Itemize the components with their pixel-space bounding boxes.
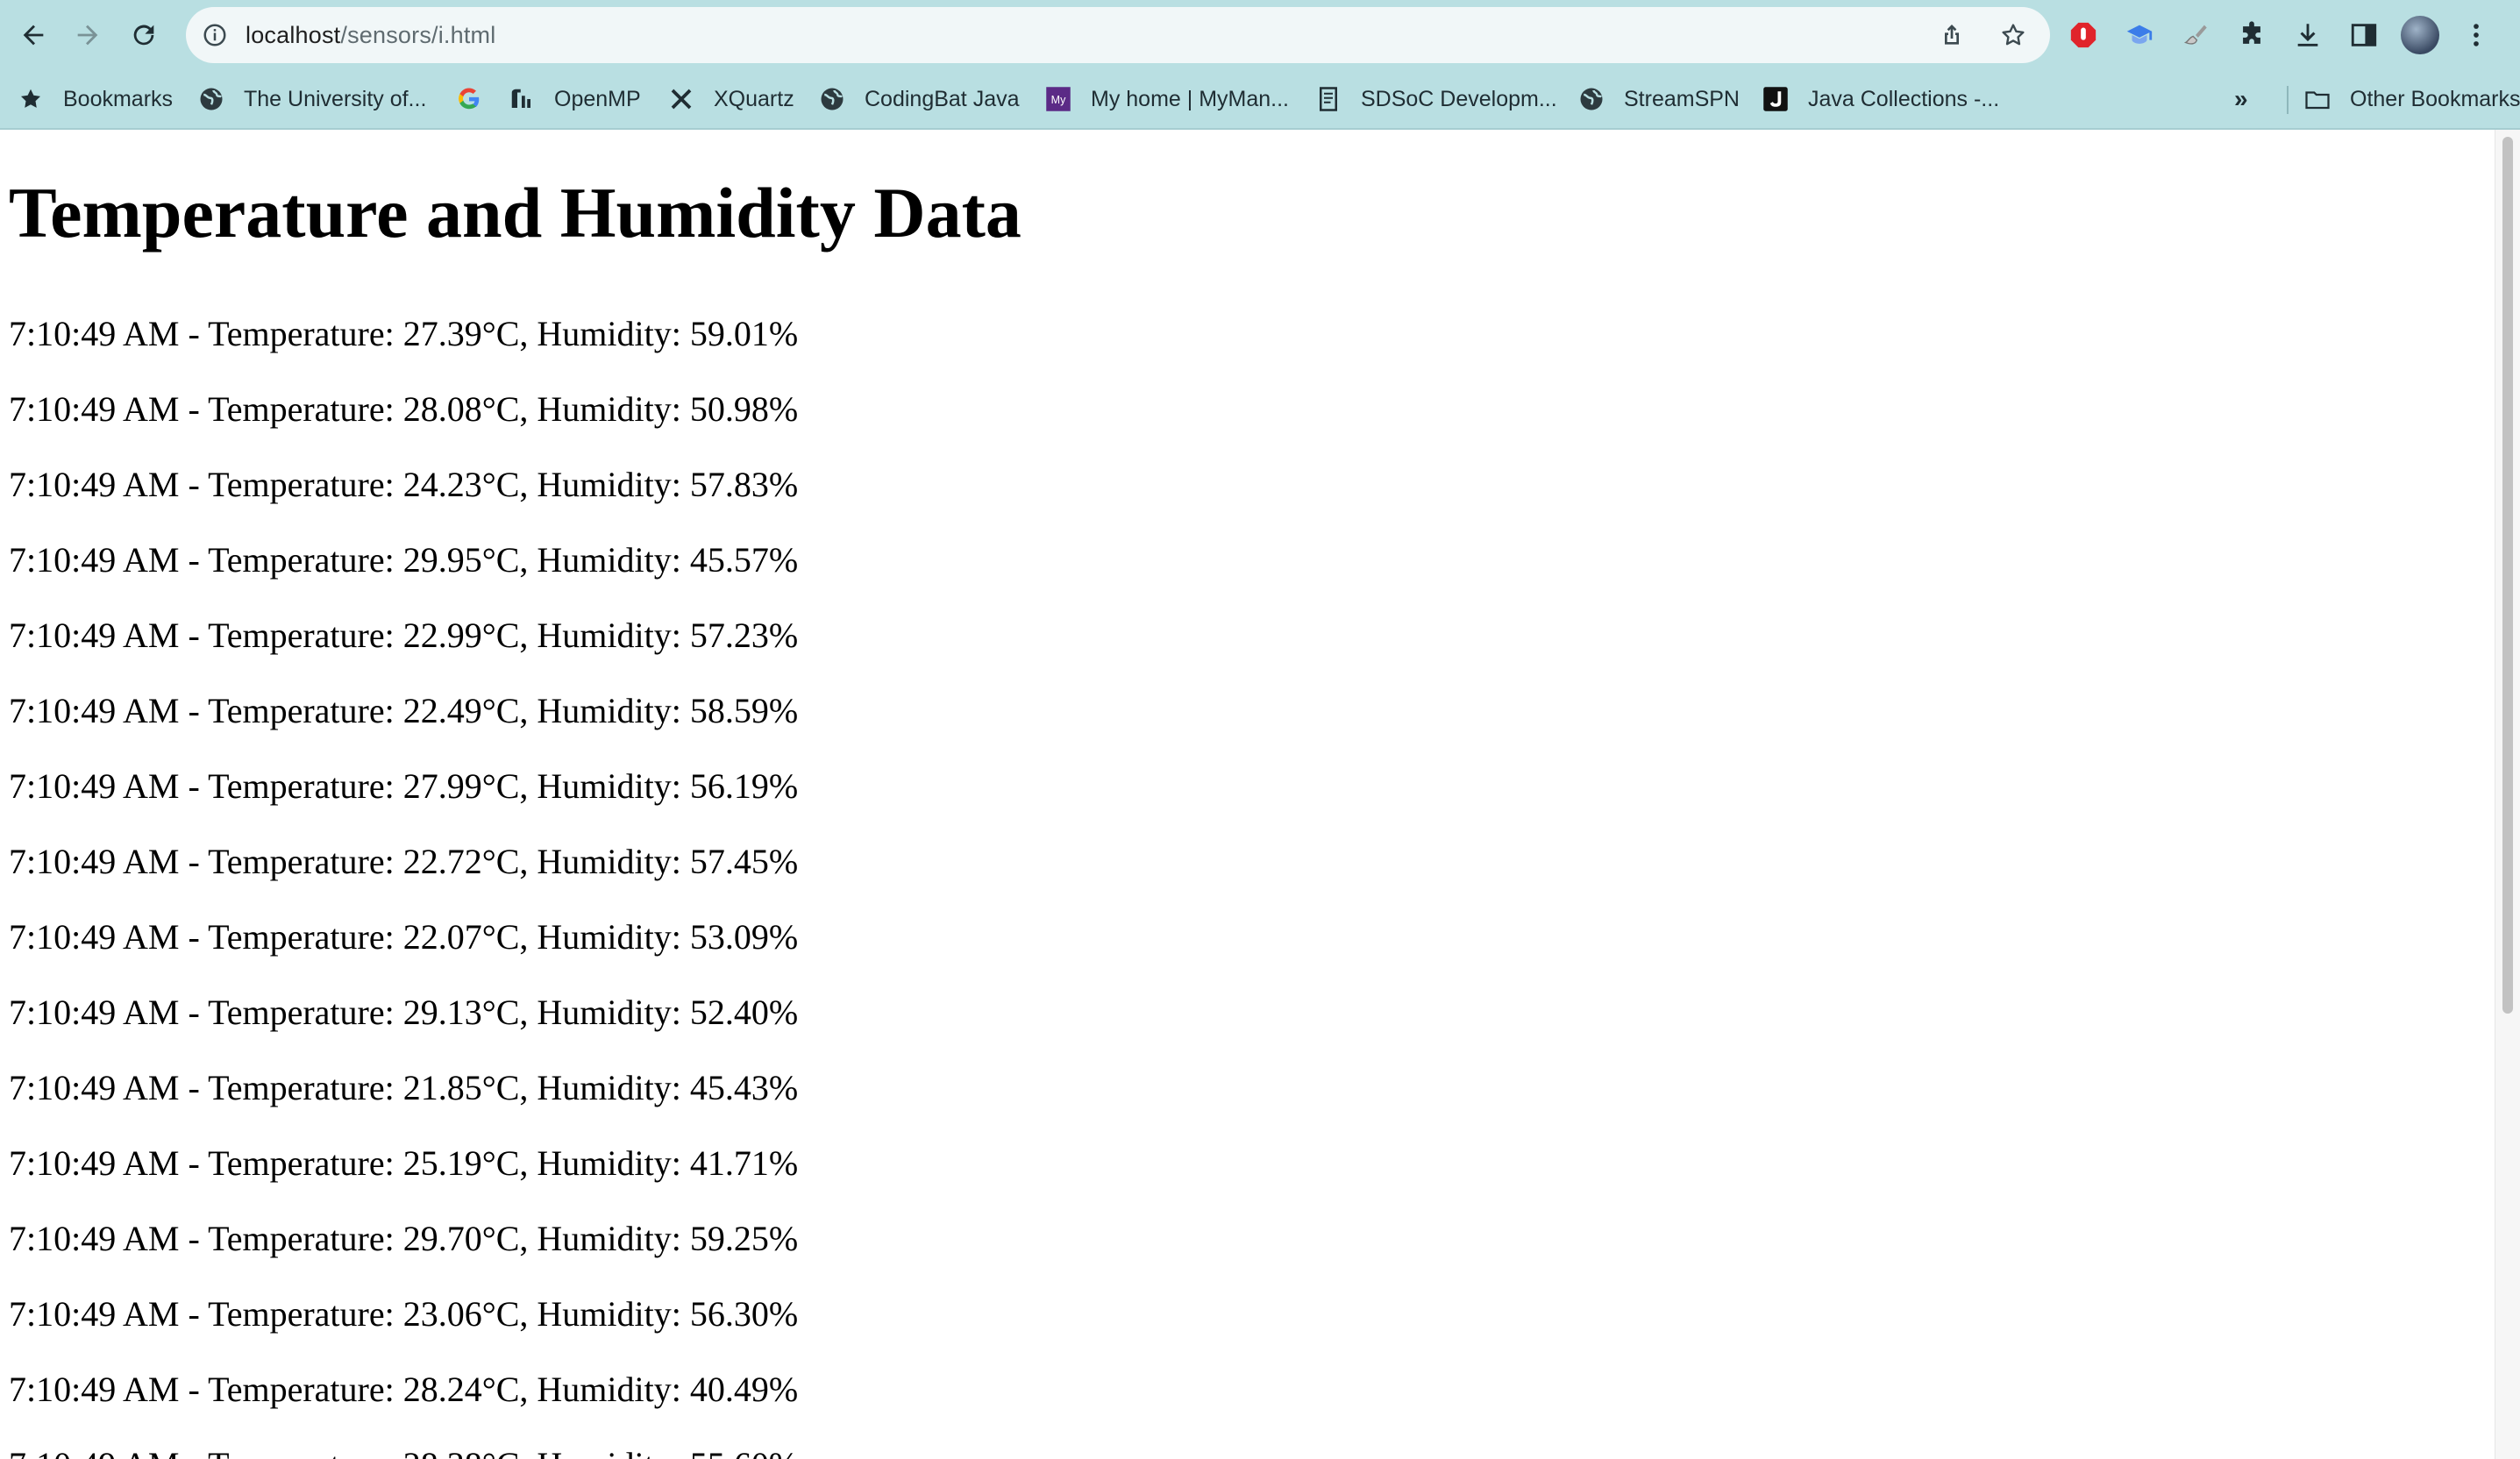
page-title: Temperature and Humidity Data: [9, 173, 1022, 253]
url-text: localhost/sensors/i.html: [246, 22, 495, 49]
reading-item: 7:10:49 AM - Temperature: 28.38°C, Humid…: [9, 1427, 798, 1459]
bookmark-item-openmp[interactable]: OpenMP: [509, 81, 641, 117]
globe-icon: [1578, 86, 1605, 112]
j-icon: [1762, 86, 1789, 112]
bookmark-label: XQuartz: [714, 86, 794, 111]
share-button[interactable]: [1933, 16, 1971, 54]
document-icon: [1315, 86, 1342, 112]
svg-text:My: My: [1051, 94, 1066, 106]
reading-item: 7:10:49 AM - Temperature: 27.99°C, Humid…: [9, 766, 799, 806]
bookmark-label: Bookmarks: [63, 86, 174, 111]
info-icon[interactable]: [202, 22, 228, 48]
reading-item: 7:10:49 AM - Temperature: 29.70°C, Humid…: [9, 1219, 799, 1258]
reload-button[interactable]: [119, 11, 168, 60]
star-icon: [18, 86, 44, 112]
bookmark-item-myhome[interactable]: My My home | MyMan...: [1045, 81, 1289, 117]
reading-item: 7:10:49 AM - Temperature: 27.39°C, Humid…: [9, 314, 799, 353]
globe-icon: [198, 86, 224, 112]
globe-icon: [819, 86, 845, 112]
bookmark-label: My home | MyMan...: [1091, 86, 1289, 111]
xquartz-icon: [668, 86, 694, 112]
extension-adblock[interactable]: [2061, 12, 2106, 58]
bookmarks-overflow-button[interactable]: »: [2234, 81, 2248, 117]
bookmark-label: Java Collections -...: [1808, 86, 2000, 111]
address-bar[interactable]: localhost/sensors/i.html: [186, 7, 2050, 63]
reading-item: 7:10:49 AM - Temperature: 29.13°C, Humid…: [9, 993, 799, 1032]
page-scrollbar[interactable]: [2495, 130, 2520, 1459]
graduation-cap-icon: [2126, 25, 2153, 44]
bookmark-item-university[interactable]: The University of...: [198, 81, 426, 117]
google-icon: [456, 86, 482, 112]
reading-item: 7:10:49 AM - Temperature: 28.08°C, Humid…: [9, 389, 799, 429]
bookmark-item-java-collections[interactable]: Java Collections -...: [1762, 81, 1999, 117]
bookmark-label: The University of...: [244, 86, 427, 111]
other-bookmarks-label: Other Bookmarks: [2350, 86, 2520, 111]
bookmark-item-google[interactable]: [456, 81, 502, 117]
page-content: Temperature and Humidity Data 7:10:49 AM…: [0, 130, 2495, 1459]
other-bookmarks-button[interactable]: Other Bookmarks: [2287, 81, 2520, 117]
puzzle-icon: [2243, 21, 2260, 44]
bookmark-item-codingbat[interactable]: CodingBat Java: [819, 81, 1020, 117]
url-path: /sensors/i.html: [340, 21, 496, 48]
readings-list: 7:10:49 AM - Temperature: 27.39°C, Humid…: [9, 296, 798, 1459]
extension-graduation[interactable]: [2117, 12, 2162, 58]
reading-item: 7:10:49 AM - Temperature: 21.85°C, Humid…: [9, 1068, 799, 1107]
extensions-area: [2061, 11, 2499, 60]
star-outline-icon: [2002, 24, 2025, 46]
reading-item: 7:10:49 AM - Temperature: 22.72°C, Humid…: [9, 842, 799, 881]
mymanagement-icon: My: [1045, 86, 1071, 112]
stop-sign-icon: [2070, 22, 2096, 48]
bookmark-label: StreamSPN: [1624, 86, 1740, 111]
openmp-icon: [509, 86, 535, 112]
avatar: [2401, 16, 2439, 54]
reading-item: 7:10:49 AM - Temperature: 29.95°C, Humid…: [9, 540, 799, 580]
profile-button[interactable]: [2397, 12, 2443, 58]
side-panel-button[interactable]: [2341, 12, 2387, 58]
reload-icon: [133, 25, 154, 46]
back-button[interactable]: [9, 11, 58, 60]
url-host: localhost: [246, 21, 341, 48]
forward-button[interactable]: [63, 11, 112, 60]
download-icon: [2297, 24, 2318, 46]
brush-icon: [2183, 25, 2207, 45]
bookmark-star-button[interactable]: [1994, 16, 2032, 54]
bookmark-item-xquartz[interactable]: XQuartz: [668, 81, 794, 117]
bookmark-item-sdsoc[interactable]: SDSoC Developm...: [1315, 81, 1557, 117]
extensions-button[interactable]: [2229, 12, 2274, 58]
reading-item: 7:10:49 AM - Temperature: 22.99°C, Humid…: [9, 616, 799, 655]
extension-brush[interactable]: [2173, 12, 2218, 58]
bookmark-label: SDSoC Developm...: [1361, 86, 1557, 111]
reading-item: 7:10:49 AM - Temperature: 25.19°C, Humid…: [9, 1143, 799, 1183]
arrow-left-icon: [23, 25, 44, 46]
folder-icon: [2304, 86, 2331, 112]
reading-item: 7:10:49 AM - Temperature: 23.06°C, Humid…: [9, 1294, 799, 1334]
bookmarks-bar: Bookmarks The University of... OpenMP XQ…: [0, 70, 2520, 130]
reading-item: 7:10:49 AM - Temperature: 24.23°C, Humid…: [9, 465, 799, 504]
downloads-button[interactable]: [2285, 12, 2331, 58]
side-panel-icon: [2351, 24, 2377, 46]
scrollbar-thumb[interactable]: [2502, 137, 2513, 1014]
reading-item: 7:10:49 AM - Temperature: 22.49°C, Humid…: [9, 691, 799, 730]
bookmark-item-bookmarks[interactable]: Bookmarks: [18, 81, 173, 117]
more-vertical-icon: [2474, 24, 2479, 46]
share-icon: [1945, 25, 1959, 45]
browser-toolbar: localhost/sensors/i.html: [0, 0, 2520, 70]
reading-item: 7:10:49 AM - Temperature: 22.07°C, Humid…: [9, 917, 799, 957]
arrow-right-icon: [77, 25, 98, 46]
bookmark-label: OpenMP: [554, 86, 641, 111]
bookmark-item-streamspn[interactable]: StreamSPN: [1578, 81, 1740, 117]
reading-item: 7:10:49 AM - Temperature: 28.24°C, Humid…: [9, 1370, 799, 1409]
menu-button[interactable]: [2453, 12, 2499, 58]
bookmark-label: CodingBat Java: [865, 86, 1020, 111]
